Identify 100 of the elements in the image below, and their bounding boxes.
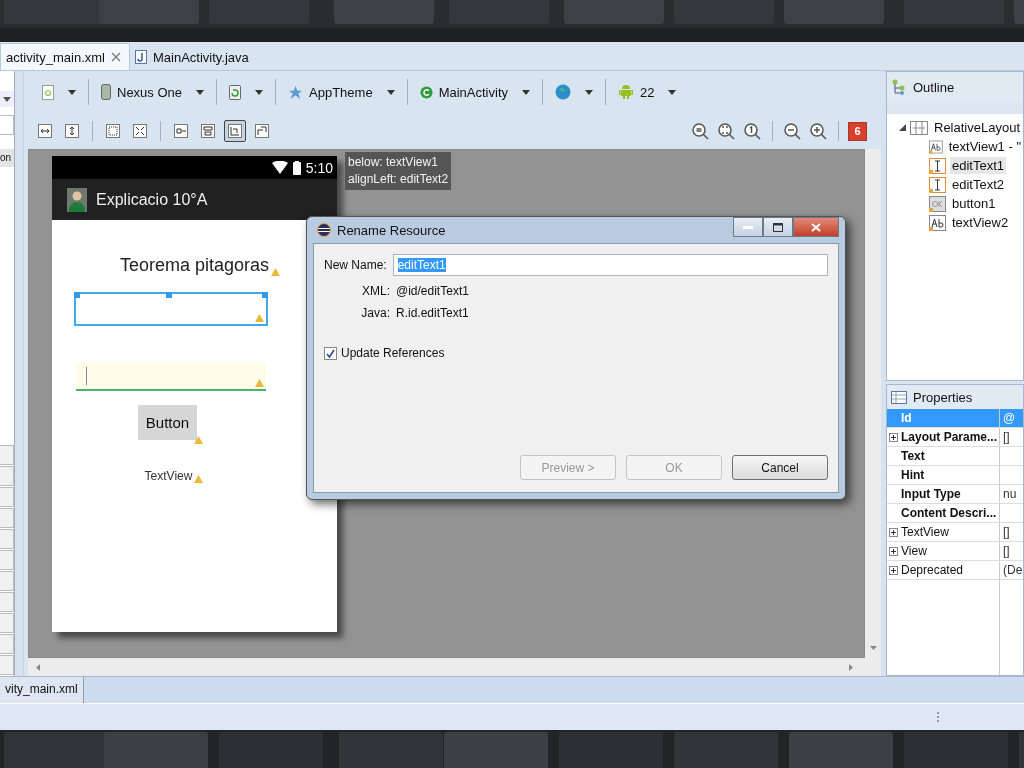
config-dropdown[interactable]: MainActivity <box>415 82 534 102</box>
property-name: Layout Parame... <box>901 430 998 444</box>
warning-icon <box>194 475 204 483</box>
caret-icon <box>196 89 205 95</box>
property-name: Input Type <box>901 487 961 501</box>
property-row[interactable]: Text <box>887 447 1023 466</box>
warning-icon <box>254 314 264 322</box>
warning-icon <box>254 379 264 387</box>
resize-handle[interactable] <box>165 292 172 298</box>
battery-icon <box>292 160 301 175</box>
expand-icon[interactable] <box>889 432 898 442</box>
config-dropdown[interactable]: AppTheme <box>284 82 399 102</box>
layout-file-icon <box>42 84 54 100</box>
tree-item[interactable]: editText1 <box>950 157 1007 174</box>
star-icon <box>288 84 304 100</box>
class-icon <box>419 85 433 99</box>
layout-icon <box>910 120 928 135</box>
property-name: TextView <box>901 525 949 539</box>
minimize-button[interactable] <box>733 217 763 237</box>
warning-icon <box>271 268 281 276</box>
issues-badge[interactable]: 6 <box>848 121 867 141</box>
expand-icon[interactable] <box>889 527 898 537</box>
phone-icon <box>101 84 111 100</box>
maximize-button[interactable] <box>763 217 793 237</box>
property-name: Hint <box>901 468 925 482</box>
editor-tab[interactable]: vity_main.xml <box>0 677 84 703</box>
dialog-button[interactable]: Cancel <box>732 455 828 480</box>
app-title: Explicacio 10°A <box>96 190 208 209</box>
text-input[interactable] <box>75 363 266 391</box>
wifi-icon <box>271 161 288 174</box>
text-input[interactable] <box>73 292 268 326</box>
zoom-in-icon[interactable] <box>810 122 827 140</box>
checkmark-icon <box>326 348 335 358</box>
property-row[interactable]: Input Type nu <box>887 485 1023 504</box>
property-value: [] <box>1003 544 1010 558</box>
zoom-to-fit-icon[interactable] <box>692 122 709 140</box>
dropdown[interactable] <box>0 91 14 107</box>
caret-icon <box>522 89 530 95</box>
config-dropdown[interactable]: 22 <box>614 82 681 102</box>
expand-icon[interactable] <box>889 546 898 556</box>
tooltip: below: textView1 alignLeft: editText2 <box>345 152 452 190</box>
caret-icon <box>668 89 677 95</box>
close-icon <box>811 222 821 232</box>
close-button[interactable] <box>793 217 839 237</box>
zoom-100-icon[interactable] <box>744 122 761 140</box>
property-value: (De <box>1003 563 1023 577</box>
editor-tab[interactable]: activity_main.xml <box>0 43 130 70</box>
expand-arrow-icon[interactable] <box>899 124 906 131</box>
text-view: TextView <box>144 469 193 483</box>
maximize-icon <box>773 222 783 232</box>
property-value: nu <box>1003 487 1017 501</box>
caret-icon <box>585 89 593 95</box>
expand-icon[interactable] <box>889 565 898 575</box>
resize-handle[interactable] <box>261 292 268 298</box>
scrollbar[interactable] <box>28 658 881 676</box>
checkbox-label[interactable]: Update References <box>341 346 445 360</box>
java-file-icon <box>134 50 147 64</box>
property-name: Id <box>901 411 912 425</box>
palette-item[interactable]: on <box>0 149 14 167</box>
resize-handle[interactable] <box>73 292 80 298</box>
checkbox[interactable] <box>324 346 337 360</box>
scroll-arrow-icon[interactable] <box>849 663 853 671</box>
tree-item[interactable]: textView2 <box>950 214 1011 231</box>
panel-title: Outline <box>913 79 955 95</box>
zoom-out-icon[interactable] <box>784 122 801 140</box>
xml-id: @id/editText1 <box>396 284 469 298</box>
tree-item[interactable]: button1 <box>950 195 998 212</box>
caret-icon <box>3 96 11 102</box>
search-field[interactable] <box>0 115 14 135</box>
property-row[interactable]: Layout Parame... [] <box>887 428 1023 447</box>
property-row[interactable]: Content Descri... <box>887 504 1023 523</box>
tree-item[interactable]: editText2 <box>950 176 1007 193</box>
property-value: [] <box>1003 430 1010 444</box>
property-name: Deprecated <box>901 563 964 577</box>
property-value: @ <box>1003 411 1016 425</box>
property-row[interactable]: Hint <box>887 466 1023 485</box>
property-row[interactable]: Deprecated (De <box>887 561 1023 580</box>
layout-action-button[interactable] <box>224 120 246 142</box>
globe-icon <box>555 84 571 100</box>
rotate-icon <box>229 84 242 100</box>
close-icon[interactable] <box>110 52 121 62</box>
config-dropdown[interactable]: Nexus One <box>97 82 209 102</box>
property-name: View <box>901 544 927 558</box>
warning-icon <box>194 436 204 444</box>
status-time: 5:10 <box>305 159 333 176</box>
scroll-arrow-icon[interactable] <box>36 663 40 671</box>
java-id: R.id.editText1 <box>396 306 469 320</box>
zoom-real-size-icon[interactable] <box>718 122 735 140</box>
property-row[interactable]: TextView [] <box>887 523 1023 542</box>
tree-item[interactable]: RelativeLayout <box>932 119 1022 136</box>
property-value: [] <box>1003 525 1010 539</box>
scroll-arrow-icon[interactable] <box>869 646 877 650</box>
tree-item[interactable]: textView1 - " <box>946 138 1023 155</box>
editor-tab[interactable]: MainActivity.java <box>129 44 257 70</box>
title-text: Teorema pitagoras <box>119 255 270 275</box>
panel-title: Properties <box>913 389 973 405</box>
property-row[interactable]: View [] <box>887 542 1023 561</box>
app-button[interactable]: Button <box>137 405 198 440</box>
caret-icon <box>386 89 395 95</box>
scrollbar[interactable] <box>865 149 881 658</box>
